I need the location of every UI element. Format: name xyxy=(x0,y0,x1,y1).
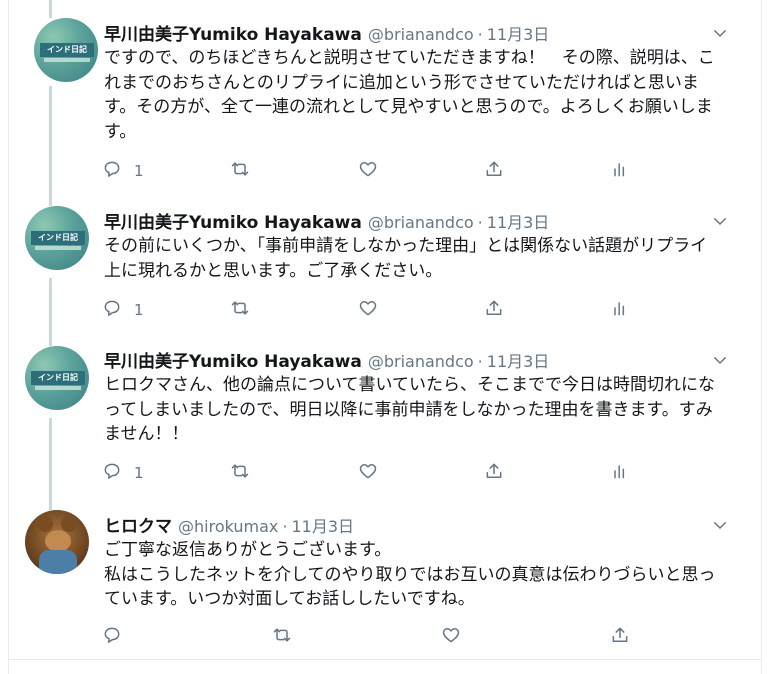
avatar-ear xyxy=(61,516,77,532)
reply-button[interactable]: 1 xyxy=(102,159,144,183)
thread-connector xyxy=(49,418,52,510)
reply-button[interactable]: 1 xyxy=(102,461,144,485)
share-button[interactable] xyxy=(484,298,504,322)
avatar-ear xyxy=(37,516,53,532)
share-button[interactable] xyxy=(484,159,504,183)
tweet-date[interactable]: 11月3日 xyxy=(291,513,354,537)
avatar[interactable]: インド日記 xyxy=(25,206,89,270)
tweet-header: ヒロクマ @hirokumax · 11月3日 xyxy=(104,512,354,537)
separator-dot: · xyxy=(477,213,483,232)
reply-button[interactable]: 1 xyxy=(102,298,144,322)
tweet-thread: インド日記 早川由美子Yumiko Hayakawa @brianandco ·… xyxy=(0,0,770,674)
avatar-stripe xyxy=(35,386,81,390)
avatar-face xyxy=(45,530,71,552)
analytics-button[interactable] xyxy=(610,298,630,322)
avatar-stripe xyxy=(35,246,81,250)
share-icon xyxy=(484,159,504,183)
reply-count: 1 xyxy=(134,162,144,180)
like-button[interactable] xyxy=(441,625,461,649)
timeline-divider xyxy=(9,659,761,660)
like-button[interactable] xyxy=(358,298,378,322)
share-button[interactable] xyxy=(484,461,504,485)
avatar-stripe xyxy=(44,58,90,62)
reply-icon xyxy=(102,461,122,485)
author-name[interactable]: 早川由美子Yumiko Hayakawa xyxy=(104,20,362,45)
tweet-text: その前にいくつか、「事前申請をしなかった理由」とは関係ない話題がリプライ上に現れ… xyxy=(104,236,708,281)
retweet-button[interactable] xyxy=(230,461,250,485)
tweet-header: 早川由美子Yumiko Hayakawa @brianandco · 11月3日 xyxy=(104,347,550,372)
tweet-actions: 1 xyxy=(100,159,640,183)
tweet-date[interactable]: 11月3日 xyxy=(487,348,550,372)
chevron-down-icon[interactable] xyxy=(711,212,729,230)
author-handle[interactable]: @brianandco xyxy=(368,352,474,371)
author-name[interactable]: 早川由美子Yumiko Hayakawa xyxy=(104,208,362,233)
tweet-date[interactable]: 11月3日 xyxy=(487,209,550,233)
avatar-label: インド日記 xyxy=(40,43,94,57)
separator-dot: · xyxy=(282,517,288,536)
tweet-text: ですので、のちほどきちんと説明させていただきますね！ その際、説明は、これまでの… xyxy=(104,48,715,142)
avatar[interactable] xyxy=(25,510,89,574)
retweet-button[interactable] xyxy=(272,625,292,649)
tweet-actions: 1 xyxy=(100,298,640,322)
share-icon xyxy=(484,298,504,322)
tweet-header: 早川由美子Yumiko Hayakawa @brianandco · 11月3日 xyxy=(104,208,550,233)
tweet-actions xyxy=(100,625,640,649)
reply-count: 1 xyxy=(134,464,144,482)
author-name[interactable]: 早川由美子Yumiko Hayakawa xyxy=(104,347,362,372)
like-button[interactable] xyxy=(358,461,378,485)
avatar-label: インド日記 xyxy=(31,231,85,245)
retweet-icon xyxy=(272,625,292,649)
avatar-body xyxy=(39,550,77,574)
reply-icon xyxy=(102,625,122,649)
chevron-down-icon[interactable] xyxy=(711,24,729,42)
like-icon xyxy=(358,159,378,183)
tweet-header: 早川由美子Yumiko Hayakawa @brianandco · 11月3日 xyxy=(104,20,550,45)
reply-button[interactable] xyxy=(102,625,134,649)
tweet-text: ヒロクマさん、他の論点について書いていたら、そこまでで今日は時間切れになってしま… xyxy=(104,375,715,444)
analytics-icon xyxy=(610,298,630,322)
chevron-down-icon[interactable] xyxy=(711,351,729,369)
share-icon xyxy=(610,625,630,649)
retweet-button[interactable] xyxy=(230,159,250,183)
retweet-icon xyxy=(230,298,250,322)
avatar-label: インド日記 xyxy=(31,371,85,385)
analytics-button[interactable] xyxy=(610,159,630,183)
separator-dot: · xyxy=(477,352,483,371)
chevron-down-icon[interactable] xyxy=(711,516,729,534)
avatar[interactable]: インド日記 xyxy=(34,18,98,82)
reply-icon xyxy=(102,159,122,183)
reply-count: 1 xyxy=(134,301,144,319)
share-icon xyxy=(484,461,504,485)
author-handle[interactable]: @brianandco xyxy=(368,213,474,232)
like-icon xyxy=(358,298,378,322)
tweet-text: ご丁寧な返信ありがとうございます。 私はこうしたネットを介してのやり取りではお互… xyxy=(104,540,716,609)
like-icon xyxy=(358,461,378,485)
tweet-date[interactable]: 11月3日 xyxy=(487,21,550,45)
like-icon xyxy=(441,625,461,649)
analytics-button[interactable] xyxy=(610,461,630,485)
tweet-actions: 1 xyxy=(100,461,640,485)
avatar[interactable]: インド日記 xyxy=(25,346,89,410)
retweet-button[interactable] xyxy=(230,298,250,322)
share-button[interactable] xyxy=(610,625,630,649)
analytics-icon xyxy=(610,461,630,485)
timeline-right-border xyxy=(761,0,762,674)
analytics-icon xyxy=(610,159,630,183)
retweet-icon xyxy=(230,159,250,183)
author-handle[interactable]: @brianandco xyxy=(368,25,474,44)
retweet-icon xyxy=(230,461,250,485)
like-button[interactable] xyxy=(358,159,378,183)
separator-dot: · xyxy=(477,25,483,44)
author-handle[interactable]: @hirokumax xyxy=(178,517,278,536)
thread-connector xyxy=(49,278,52,346)
reply-icon xyxy=(102,298,122,322)
author-name[interactable]: ヒロクマ xyxy=(104,512,172,537)
